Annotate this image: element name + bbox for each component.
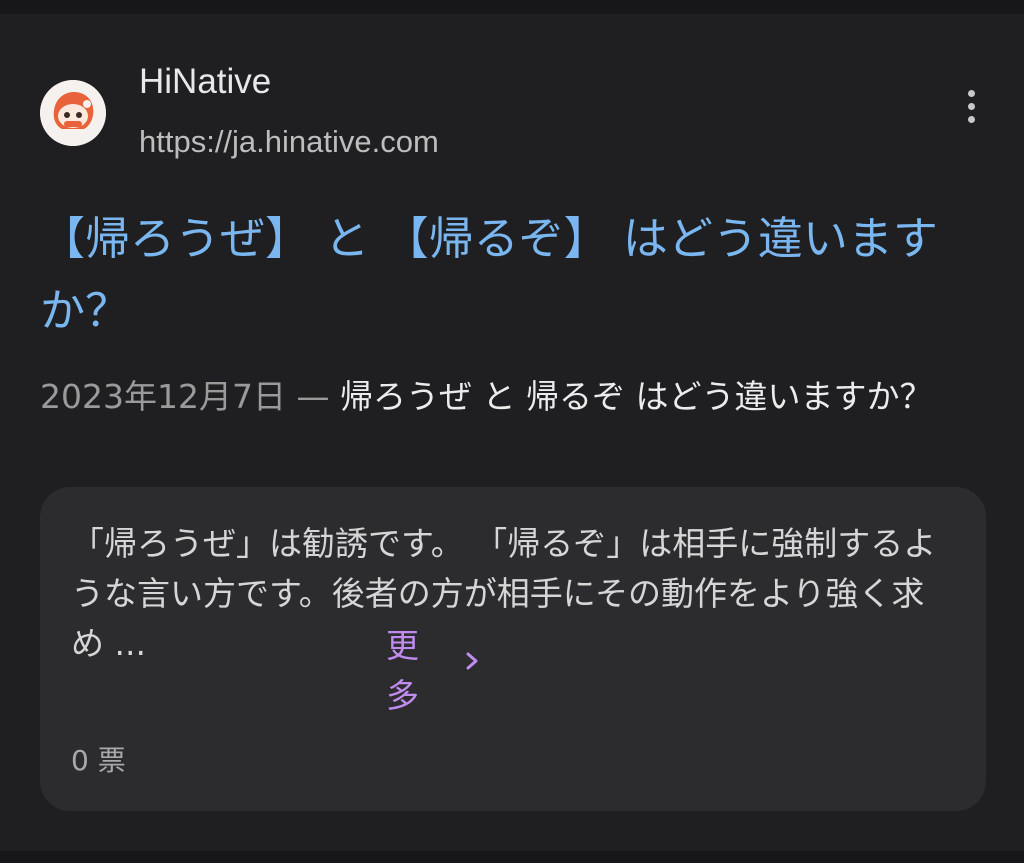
menu-dot: [967, 89, 975, 97]
more-link[interactable]: 更多: [386, 621, 430, 721]
vote-count: 0 票: [71, 744, 126, 777]
menu-dot: [967, 115, 975, 123]
site-url[interactable]: https://ja.hinative.com: [139, 124, 439, 160]
more-vert-icon[interactable]: [954, 84, 988, 128]
answer-card[interactable]: 「帰ろうぜ」は勧誘です。 「帰るぞ」は相手に強制するような言い方です。後者の方が…: [40, 487, 986, 811]
result-snippet: 2023年12月7日 — 帰ろうぜ と 帰るぞ はどう違いますか？: [40, 372, 960, 422]
top-divider: [0, 0, 1024, 14]
result-title-link[interactable]: 【帰ろうぜ】 と 【帰るぞ】 はどう違いますか？: [40, 203, 960, 347]
menu-dot: [967, 102, 975, 110]
hinative-logo-icon[interactable]: [40, 80, 106, 146]
site-name[interactable]: HiNative: [139, 62, 271, 102]
snippet-separator: —: [285, 377, 340, 416]
bottom-divider: [0, 851, 1024, 863]
snippet-text: 帰ろうぜ と 帰るぞ はどう違いますか？: [339, 377, 933, 416]
snippet-date: 2023年12月7日: [40, 377, 286, 416]
answer-text: 「帰ろうぜ」は勧誘です。 「帰るぞ」は相手に強制するような言い方です。後者の方が…: [71, 524, 937, 663]
chevron-right-icon[interactable]: [462, 647, 484, 675]
